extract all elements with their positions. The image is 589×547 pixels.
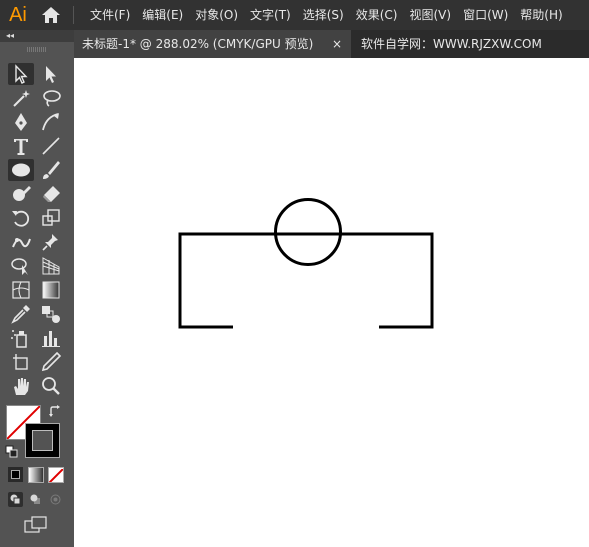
eyedropper-tool-icon[interactable] [8, 303, 34, 325]
scale-tool-icon[interactable] [38, 207, 64, 229]
menu-file[interactable]: 文件(F) [84, 0, 136, 30]
rotate-tool-icon[interactable] [8, 207, 34, 229]
gradient-tool-icon[interactable] [38, 279, 64, 301]
website-tab[interactable]: 软件自学网：WWW.RJZXW.COM [361, 30, 542, 58]
draw-behind-icon[interactable] [28, 492, 43, 507]
puppet-warp-tool-icon[interactable] [8, 231, 34, 253]
pin-tool-icon[interactable] [38, 231, 64, 253]
artboard-canvas[interactable] [74, 58, 589, 547]
paintbrush-tool-icon[interactable] [38, 159, 64, 181]
panel-grip[interactable] [27, 47, 47, 52]
home-icon[interactable] [40, 6, 62, 24]
curvature-tool-icon[interactable] [38, 111, 64, 133]
app-logo: Ai [9, 4, 27, 26]
magic-wand-tool-icon[interactable] [8, 87, 34, 109]
none-mode-button[interactable] [48, 467, 64, 483]
draw-inside-icon[interactable] [48, 492, 63, 507]
perspective-grid-tool-icon[interactable] [38, 255, 64, 277]
symbol-sprayer-tool-icon[interactable] [8, 327, 34, 349]
ellipse-tool-icon[interactable] [8, 159, 34, 181]
shape-builder-tool-icon[interactable] [8, 255, 34, 277]
tools-panel: ◂◂ [0, 30, 74, 547]
default-fill-stroke-icon[interactable] [5, 444, 19, 458]
selection-tool-icon[interactable] [8, 63, 34, 85]
slice-tool-icon[interactable] [38, 351, 64, 373]
type-tool-icon[interactable] [8, 135, 34, 157]
artboard-tool-icon[interactable] [8, 351, 34, 373]
menu-separator [73, 6, 74, 24]
draw-normal-icon[interactable] [8, 492, 23, 507]
document-tab[interactable]: 未标题-1* @ 288.02% (CMYK/GPU 预览) × [74, 30, 351, 58]
hand-tool-icon[interactable] [8, 375, 34, 397]
artwork-bracket-right[interactable] [340, 232, 434, 329]
panel-header: ◂◂ [0, 30, 74, 42]
eraser-tool-icon[interactable] [38, 183, 64, 205]
menu-select[interactable]: 选择(S) [297, 0, 350, 30]
blend-tool-icon[interactable] [38, 303, 64, 325]
collapse-panel-icon[interactable]: ◂◂ [6, 30, 14, 42]
swap-fill-stroke-icon[interactable] [48, 404, 62, 418]
color-mode-button[interactable] [8, 467, 23, 482]
artwork-circle[interactable] [274, 198, 342, 266]
menu-type[interactable]: 文字(T) [244, 0, 297, 30]
menu-object[interactable]: 对象(O) [189, 0, 244, 30]
shaper-tool-icon[interactable] [8, 183, 34, 205]
close-icon[interactable]: × [332, 30, 342, 58]
zoom-tool-icon[interactable] [38, 375, 64, 397]
artwork-bracket-left[interactable] [178, 232, 275, 329]
menu-bar: Ai 文件(F) 编辑(E) 对象(O) 文字(T) 选择(S) 效果(C) 视… [0, 0, 589, 30]
stroke-swatch[interactable] [25, 423, 60, 458]
lasso-tool-icon[interactable] [38, 87, 64, 109]
screen-mode-icon[interactable] [24, 516, 48, 534]
document-tab-title: 未标题-1* @ 288.02% (CMYK/GPU 预览) [82, 37, 314, 51]
menu-edit[interactable]: 编辑(E) [136, 0, 189, 30]
gradient-mode-button[interactable] [28, 467, 44, 483]
column-graph-tool-icon[interactable] [38, 327, 64, 349]
menu-view[interactable]: 视图(V) [403, 0, 457, 30]
pen-tool-icon[interactable] [8, 111, 34, 133]
line-segment-tool-icon[interactable] [38, 135, 64, 157]
tab-bar: 未标题-1* @ 288.02% (CMYK/GPU 预览) × 软件自学网：W… [74, 30, 589, 58]
artwork [178, 198, 434, 329]
main-menu: 文件(F) 编辑(E) 对象(O) 文字(T) 选择(S) 效果(C) 视图(V… [84, 0, 569, 30]
direct-selection-tool-icon[interactable] [38, 63, 64, 85]
menu-effect[interactable]: 效果(C) [350, 0, 404, 30]
menu-window[interactable]: 窗口(W) [457, 0, 514, 30]
mesh-tool-icon[interactable] [8, 279, 34, 301]
menu-help[interactable]: 帮助(H) [514, 0, 568, 30]
